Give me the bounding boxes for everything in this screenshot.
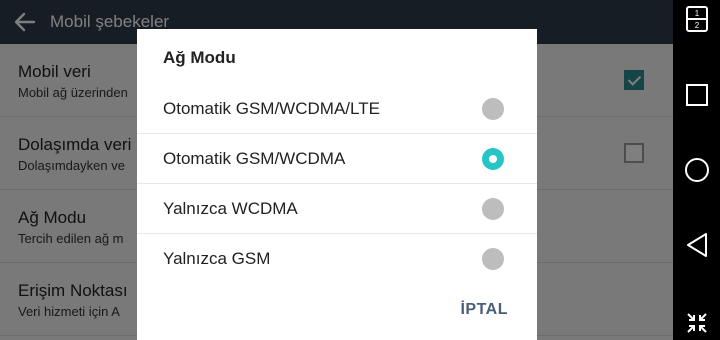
- option-gsm-wcdma[interactable]: Otomatik GSM/WCDMA: [137, 134, 537, 184]
- dialog-title: Ağ Modu: [163, 48, 236, 67]
- network-mode-dialog: Ağ Modu Otomatik GSM/WCDMA/LTE Otomatik …: [137, 29, 537, 340]
- radio-button[interactable]: [482, 98, 504, 120]
- option-label: Yalnızca GSM: [163, 249, 271, 268]
- dual-window-icon[interactable]: 1 2: [673, 2, 720, 36]
- option-gsm-wcdma-lte[interactable]: Otomatik GSM/WCDMA/LTE: [137, 84, 537, 134]
- option-label: Yalnızca WCDMA: [163, 198, 298, 218]
- option-gsm-only[interactable]: Yalnızca GSM: [137, 234, 537, 284]
- minimize-icon[interactable]: [673, 306, 720, 340]
- svg-text:2: 2: [694, 21, 699, 30]
- radio-button[interactable]: [482, 198, 504, 220]
- svg-text:1: 1: [694, 9, 699, 18]
- radio-button[interactable]: [482, 248, 504, 270]
- recent-apps-icon[interactable]: [673, 78, 720, 112]
- option-label: Otomatik GSM/WCDMA/LTE: [163, 98, 380, 118]
- back-icon[interactable]: [673, 228, 720, 262]
- option-wcdma-only[interactable]: Yalnızca WCDMA: [137, 184, 537, 234]
- navigation-bar: 1 2: [673, 0, 720, 340]
- home-icon[interactable]: [673, 153, 720, 187]
- option-label: Otomatik GSM/WCDMA: [163, 148, 346, 168]
- radio-button-selected[interactable]: [482, 148, 504, 170]
- cancel-button[interactable]: İPTAL: [460, 301, 508, 319]
